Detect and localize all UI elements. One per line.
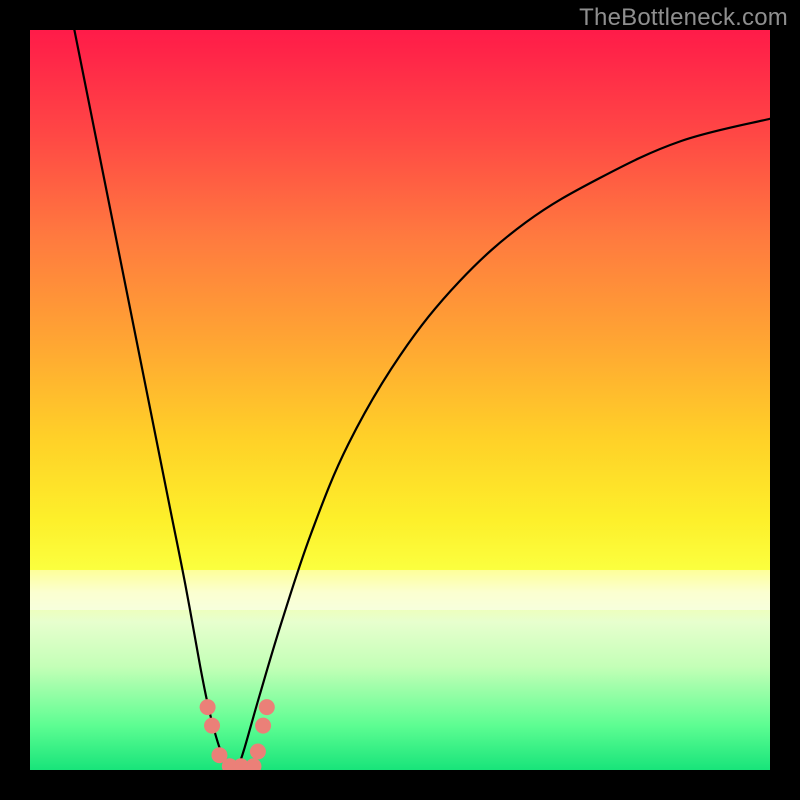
optimum-marker [200,699,216,715]
optimum-marker [255,718,271,734]
optimum-marker [250,744,266,760]
optimum-marker [245,758,261,770]
optimum-marker [204,718,220,734]
optimum-marker-cluster [200,699,275,770]
plot-area [30,30,770,770]
optimum-marker [259,699,275,715]
chart-frame: TheBottleneck.com [0,0,800,800]
curve-right-branch [237,119,770,770]
curve-left-branch [74,30,237,770]
watermark-text: TheBottleneck.com [579,4,788,32]
curve-layer [30,30,770,770]
